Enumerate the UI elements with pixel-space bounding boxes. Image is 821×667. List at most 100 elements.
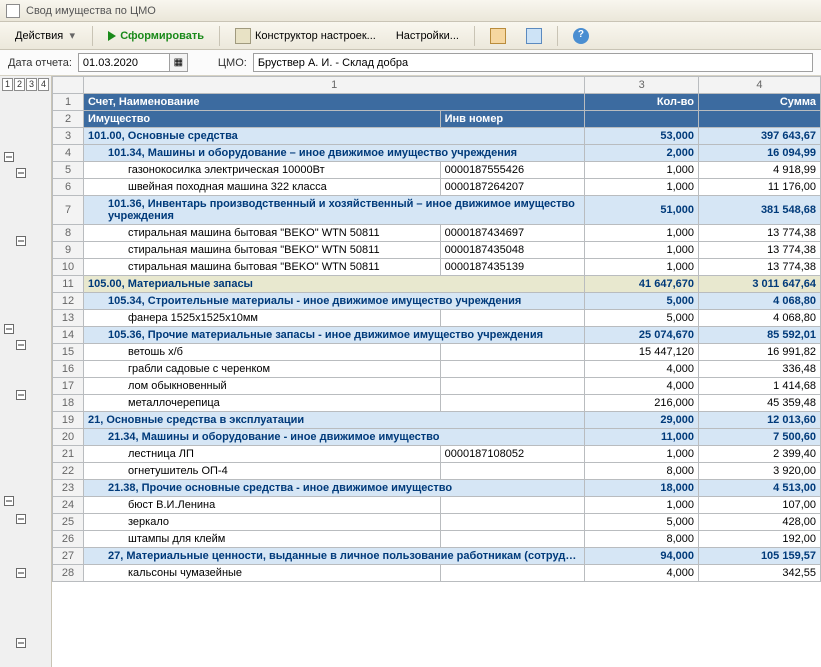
table-row[interactable]: 2727, Материальные ценности, выданные в … [53,548,821,565]
outline-bar: 1 2 3 4 [0,76,52,667]
outline-toggle [0,582,52,600]
table-row[interactable]: 15ветошь х/б15 447,12016 991,82 [53,344,821,361]
refresh-icon [526,28,542,44]
actions-menu[interactable]: Действия ▾ [6,25,86,47]
settings-label: Настройки... [396,30,459,42]
separator [92,26,93,46]
hammer-icon [490,28,506,44]
help-icon: ? [573,28,589,44]
parameter-bar: Дата отчета: ▦ ЦМО: [0,50,821,76]
table-row[interactable]: 12105.34, Строительные материалы - иное … [53,293,821,310]
chevron-down-icon: ▾ [67,29,77,42]
form-button[interactable]: Сформировать [99,25,213,47]
level-1-button[interactable]: 1 [2,78,13,91]
separator [474,26,475,46]
outline-toggle [0,302,52,320]
header-row-1: 1 Счет, Наименование Кол-во Сумма [53,94,821,111]
title-bar: Свод имущества по ЦМО [0,0,821,22]
outline-toggle[interactable] [0,636,52,667]
level-2-button[interactable]: 2 [14,78,25,91]
constructor-button[interactable]: Конструктор настроек... [226,25,385,47]
toolbar: Действия ▾ Сформировать Конструктор наст… [0,22,821,50]
outline-toggle [0,474,52,492]
outline-toggle [0,370,52,388]
date-label: Дата отчета: [8,57,72,69]
col-sum: Сумма [698,94,820,111]
outline-toggle [0,420,52,438]
settings-button[interactable]: Настройки... [387,25,468,47]
table-row[interactable]: 7101.36, Инвентарь производственный и хо… [53,196,821,225]
table-row[interactable]: 26штампы для клейм8,000192,00 [53,531,821,548]
table-row[interactable]: 25зеркало5,000428,00 [53,514,821,531]
date-input[interactable] [78,53,170,72]
cmo-input[interactable] [253,53,813,72]
table-row[interactable]: 1921, Основные средства в эксплуатации29… [53,412,821,429]
table-row[interactable]: 18металлочерепица216,00045 359,48 [53,395,821,412]
outline-toggle[interactable] [0,166,52,198]
table-row[interactable]: 2321.38, Прочие основные средства - иное… [53,480,821,497]
table-row[interactable]: 17лом обыкновенный4,0001 414,68 [53,378,821,395]
level-3-button[interactable]: 3 [26,78,37,91]
table-row[interactable]: 10стиральная машина бытовая "BEKO" WTN 5… [53,259,821,276]
constructor-icon [235,28,251,44]
minus-icon[interactable] [16,514,26,524]
level-4-button[interactable]: 4 [38,78,49,91]
outline-toggle[interactable] [0,510,52,528]
minus-icon[interactable] [4,152,14,162]
table-row[interactable]: 28кальсоны чумазейные4,000342,55 [53,565,821,582]
column-group-header: 1 3 4 [53,77,821,94]
table-row[interactable]: 16грабли садовые с черенком4,000336,48 [53,361,821,378]
minus-icon[interactable] [16,236,26,246]
minus-icon[interactable] [4,496,14,506]
minus-icon[interactable] [16,568,26,578]
minus-icon[interactable] [16,390,26,400]
minus-icon[interactable] [16,340,26,350]
minus-icon[interactable] [16,638,26,648]
table-row[interactable]: 6швейная походная машина 322 класса00001… [53,179,821,196]
tool-button-2[interactable] [517,25,551,47]
table-row[interactable]: 13фанера 1525х1525х10мм5,0004 068,80 [53,310,821,327]
main-area: 1 2 3 4 1 3 4 1 Счет, Наименование [0,76,821,667]
outline-toggle[interactable] [0,320,52,338]
table-row[interactable]: 9стиральная машина бытовая "BEKO" WTN 50… [53,242,821,259]
outline-toggle [0,198,52,216]
table-row[interactable]: 11105.00, Материальные запасы41 647,6703… [53,276,821,293]
outline-toggle [0,284,52,302]
col-name: Счет, Наименование [84,94,585,111]
constructor-label: Конструктор настроек... [255,30,376,42]
outline-toggle[interactable] [0,564,52,582]
separator [219,26,220,46]
table-row[interactable]: 5газонокосилка электрическая 10000Вт0000… [53,162,821,179]
col-qty: Кол-во [585,94,699,111]
outline-toggle [0,438,52,456]
outline-toggle[interactable] [0,492,52,510]
tool-button-1[interactable] [481,25,515,47]
help-button[interactable]: ? [564,25,598,47]
outline-toggle [0,456,52,474]
calendar-button[interactable]: ▦ [170,53,188,72]
table-row[interactable]: 22огнетушитель ОП-48,0003 920,00 [53,463,821,480]
table-row[interactable]: 14105.36, Прочие материальные запасы - и… [53,327,821,344]
header-row-2: 2 Имущество Инв номер [53,111,821,128]
col-inv: Инв номер [440,111,585,128]
play-icon [108,31,116,41]
table-row[interactable]: 21лестница ЛП00001871080521,0002 399,40 [53,446,821,463]
window-title: Свод имущества по ЦМО [26,5,156,17]
form-label: Сформировать [120,30,204,42]
report-grid[interactable]: 1 3 4 1 Счет, Наименование Кол-во Сумма … [52,76,821,667]
minus-icon[interactable] [4,324,14,334]
outline-toggle[interactable] [0,148,52,166]
table-row[interactable]: 3101.00, Основные средства53,000397 643,… [53,128,821,145]
outline-toggle [0,600,52,618]
actions-label: Действия [15,30,63,42]
outline-toggle[interactable] [0,338,52,370]
minus-icon[interactable] [16,168,26,178]
table-row[interactable]: 8стиральная машина бытовая "BEKO" WTN 50… [53,225,821,242]
outline-toggle [0,618,52,636]
table-row[interactable]: 4101.34, Машины и оборудование – иное дв… [53,145,821,162]
outline-toggle[interactable] [0,388,52,420]
table-row[interactable]: 24бюст В.И.Ленина1,000107,00 [53,497,821,514]
table-row[interactable]: 2021.34, Машины и оборудование - иное дв… [53,429,821,446]
outline-toggle [0,546,52,564]
outline-toggle[interactable] [0,234,52,266]
